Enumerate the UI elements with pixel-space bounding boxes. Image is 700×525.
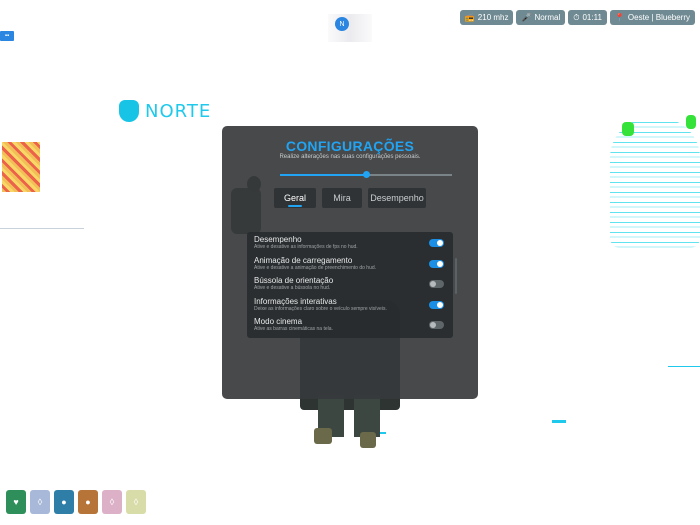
tab-desempenho[interactable]: Desempenho bbox=[368, 188, 426, 208]
option-description: Deixe as informações claro sobre o veícu… bbox=[254, 305, 387, 312]
character-boot-right bbox=[360, 432, 376, 448]
option-title: Desempenho bbox=[254, 235, 302, 244]
server-logo: NORTE bbox=[119, 100, 211, 122]
option-title: Informações interativas bbox=[254, 296, 337, 306]
character-boot-left bbox=[314, 428, 332, 444]
radio-frequency-value: 210 mhz bbox=[477, 13, 509, 22]
location-pill: 📍 Oeste | Blueberry bbox=[609, 10, 695, 25]
option-description: Ative as barras cinemáticas na tela. bbox=[254, 326, 333, 333]
status-bar: 📻 210 mhz 🎤 Normal ⏱ 01:11 📍 Oeste | Blu… bbox=[459, 10, 695, 25]
option-toggle[interactable] bbox=[429, 321, 444, 330]
leaf-artifact bbox=[686, 115, 696, 129]
microphone-icon: 🎤 bbox=[521, 12, 532, 22]
option-toggle[interactable] bbox=[429, 259, 444, 268]
radio-frequency-pill: 📻 210 mhz bbox=[459, 10, 514, 25]
option-title: Modo cinema bbox=[254, 317, 303, 327]
settings-panel: CONFIGURAÇÕES Realize alterações nas sua… bbox=[222, 126, 478, 399]
status-hotbar: ♥ ◊ ● ● ◊ ◊ bbox=[6, 490, 146, 514]
settings-subtitle: Realize alterações nas suas configuraçõe… bbox=[279, 154, 421, 160]
logo-text: NORTE bbox=[145, 100, 212, 122]
option-description: Ative e desative a bússola no hud. bbox=[254, 285, 331, 292]
clock-pill: ⏱ 01:11 bbox=[568, 10, 607, 25]
option-toggle[interactable] bbox=[429, 239, 444, 247]
clock-icon: ⏱ bbox=[573, 12, 580, 22]
water-drop-icon: ● bbox=[54, 490, 74, 514]
compass-bar bbox=[328, 14, 372, 42]
option-row: Desempenho Ative e desative as informaçõ… bbox=[254, 234, 447, 255]
stress-icon: ◊ bbox=[102, 490, 122, 514]
building-artifact bbox=[2, 142, 40, 192]
list-scrollbar[interactable] bbox=[455, 258, 457, 294]
marker-artifact bbox=[552, 420, 566, 423]
radio-icon: 📻 bbox=[464, 12, 475, 22]
location-value: Oeste | Blueberry bbox=[627, 13, 690, 22]
leaf-artifact bbox=[622, 122, 634, 136]
tab-geral[interactable]: Geral bbox=[274, 188, 316, 208]
food-icon: ● bbox=[78, 490, 98, 514]
slider-handle[interactable] bbox=[363, 171, 370, 178]
option-title: Animação de carregamento bbox=[254, 255, 353, 265]
option-row: Animação de carregamento Ative e desativ… bbox=[254, 255, 447, 276]
line-artifact bbox=[0, 228, 84, 229]
game-viewport: N ▪▪ NORTE 📻 210 mhz 🎤 Normal ⏱ 01:11 📍 … bbox=[0, 0, 700, 525]
minimap-tag: ▪▪ bbox=[0, 31, 14, 41]
option-toggle[interactable] bbox=[429, 280, 444, 289]
option-toggle[interactable] bbox=[429, 300, 444, 309]
character-leg-right bbox=[354, 395, 380, 437]
settings-title: CONFIGURAÇÕES bbox=[285, 138, 415, 154]
tab-mira[interactable]: Mira bbox=[322, 188, 362, 208]
voice-mode-pill: 🎤 Normal bbox=[516, 10, 566, 25]
option-row: Informações interativas Deixe as informa… bbox=[254, 296, 447, 317]
location-pin-icon: 📍 bbox=[614, 12, 625, 22]
option-row: Modo cinema Ative as barras cinemáticas … bbox=[254, 316, 447, 337]
option-description: Ative e desative a animação de preenchim… bbox=[254, 264, 377, 271]
logo-emblem-icon bbox=[119, 100, 139, 122]
settings-tabs: Geral Mira Desempenho bbox=[274, 188, 426, 208]
heart-icon: ♥ bbox=[6, 490, 26, 514]
option-row: Bússola de orientação Ative e desative a… bbox=[254, 275, 447, 296]
clock-value: 01:11 bbox=[582, 13, 602, 22]
stamina-icon: ◊ bbox=[126, 490, 146, 514]
option-description: Ative e desative as informações de fps n… bbox=[254, 244, 358, 250]
line-artifact bbox=[668, 366, 700, 367]
tree-artifact bbox=[610, 118, 700, 248]
shield-icon: ◊ bbox=[30, 490, 50, 514]
settings-slider[interactable] bbox=[280, 171, 452, 178]
compass-icon: N bbox=[335, 17, 349, 31]
option-title: Bússola de orientação bbox=[254, 276, 334, 286]
slider-fill bbox=[280, 174, 366, 176]
settings-options-list: Desempenho Ative e desative as informaçõ… bbox=[247, 232, 457, 338]
voice-mode-value: Normal bbox=[534, 13, 561, 22]
